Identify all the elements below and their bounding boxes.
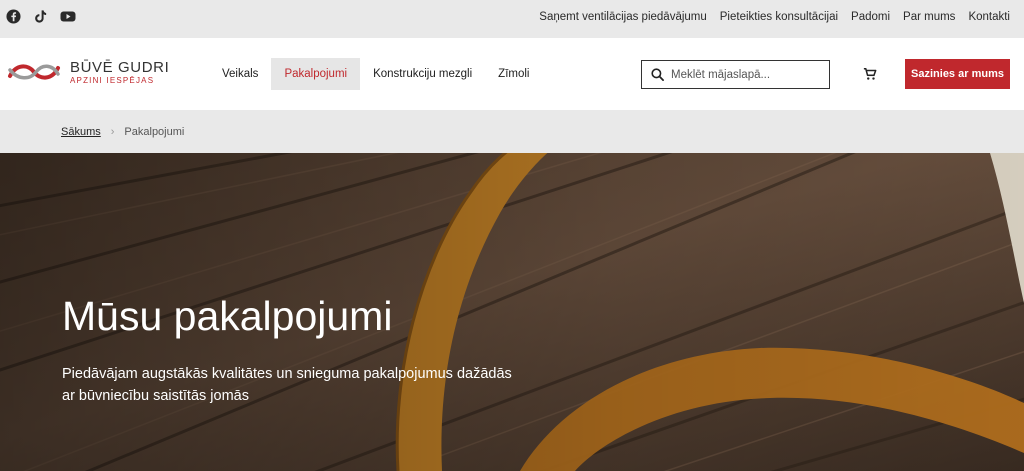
top-link-ventilation-offer[interactable]: Saņemt ventilācijas piedāvājumu bbox=[539, 11, 706, 23]
search-icon bbox=[651, 68, 664, 81]
logo[interactable]: BŪVĒ GUDRI APZINI IESPĒJAS bbox=[6, 58, 169, 86]
nav-item-shop[interactable]: Veikals bbox=[209, 58, 271, 90]
hero-title: Mūsu pakalpojumi bbox=[62, 293, 393, 339]
chevron-right-icon: › bbox=[110, 125, 115, 138]
logo-brand: BŪVĒ GUDRI bbox=[70, 58, 170, 76]
search-box[interactable]: Meklēt mājaslapā... bbox=[641, 60, 830, 89]
breadcrumb: Sākums › Pakalpojumi bbox=[0, 110, 1024, 153]
logo-mark-icon bbox=[8, 64, 60, 80]
top-utility-bar: Saņemt ventilācijas piedāvājumu Pieteikt… bbox=[0, 0, 1024, 38]
main-nav: Veikals Pakalpojumi Konstrukciju mezgli … bbox=[209, 58, 542, 90]
breadcrumb-current: Pakalpojumi bbox=[124, 125, 185, 138]
site-header: BŪVĒ GUDRI APZINI IESPĒJAS Veikals Pakal… bbox=[0, 38, 1024, 110]
nav-item-brands[interactable]: Zīmoli bbox=[485, 58, 542, 90]
logo-tagline: APZINI IESPĒJAS bbox=[70, 75, 155, 85]
facebook-icon[interactable] bbox=[6, 9, 21, 24]
top-link-about[interactable]: Par mums bbox=[903, 11, 955, 23]
social-links bbox=[6, 9, 76, 24]
cart-icon[interactable] bbox=[863, 67, 877, 81]
top-links: Saņemt ventilācijas piedāvājumu Pieteikt… bbox=[539, 11, 1010, 23]
nav-item-services[interactable]: Pakalpojumi bbox=[271, 58, 361, 90]
nav-item-construction-nodes[interactable]: Konstrukciju mezgli bbox=[360, 58, 485, 90]
logo-text: BŪVĒ GUDRI APZINI IESPĒJAS bbox=[70, 60, 169, 85]
breadcrumb-home[interactable]: Sākums bbox=[61, 126, 101, 138]
top-link-tips[interactable]: Padomi bbox=[851, 11, 890, 23]
hero-banner: Mūsu pakalpojumi Piedāvājam augstākās kv… bbox=[0, 153, 1024, 471]
top-link-consultation[interactable]: Pieteikties konsultācijai bbox=[720, 11, 838, 23]
youtube-icon[interactable] bbox=[60, 9, 76, 24]
contact-us-button[interactable]: Sazinies ar mums bbox=[905, 59, 1010, 89]
top-link-contacts[interactable]: Kontakti bbox=[968, 11, 1010, 23]
tiktok-icon[interactable] bbox=[33, 9, 48, 24]
hero-subtitle: Piedāvājam augstākās kvalitātes un snieg… bbox=[62, 366, 512, 404]
search-input[interactable]: Meklēt mājaslapā... bbox=[671, 69, 770, 81]
